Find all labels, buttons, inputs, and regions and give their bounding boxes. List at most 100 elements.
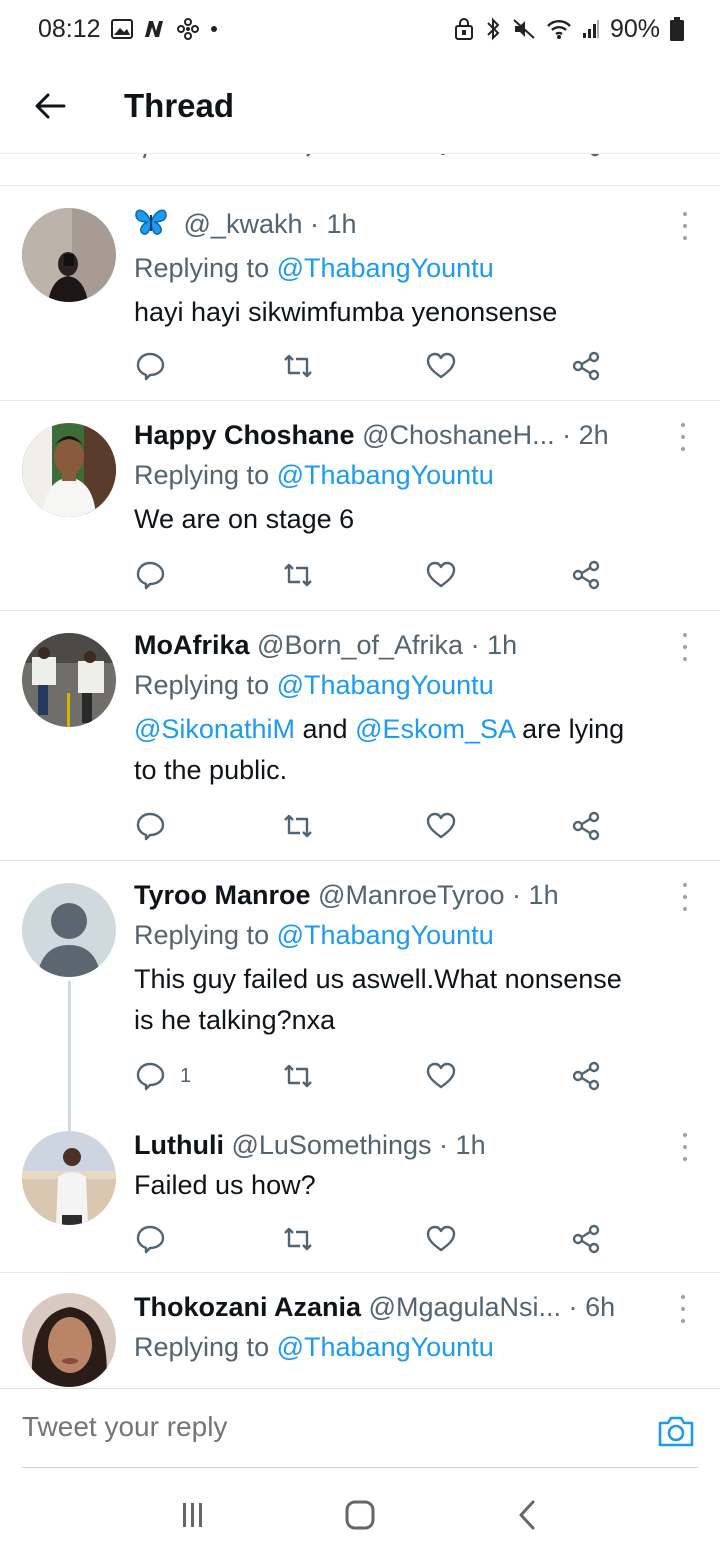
avatar[interactable] <box>22 883 116 977</box>
retweet-button[interactable] <box>282 346 314 386</box>
heart-icon <box>426 1225 456 1252</box>
replying-to-line: Replying to @ThabangYountu <box>134 455 680 495</box>
share-icon <box>572 1224 600 1254</box>
back-button[interactable] <box>28 84 72 128</box>
tweet-time[interactable]: 1h <box>327 209 357 239</box>
share-icon[interactable] <box>573 154 603 162</box>
user-handle[interactable]: @Born_of_Afrika <box>257 630 463 660</box>
share-button[interactable] <box>572 1056 602 1096</box>
tweet-time[interactable]: 6h <box>585 1292 615 1322</box>
reply-icon[interactable] <box>136 154 166 162</box>
user-display-name[interactable]: MoAfrika <box>134 630 250 660</box>
tweet-time[interactable]: 2h <box>579 420 609 450</box>
replying-prefix: Replying to <box>134 460 270 490</box>
mention-link[interactable]: @SikonathiM <box>134 714 295 744</box>
replying-to-link[interactable]: @ThabangYountu <box>277 1332 494 1362</box>
arrow-left-icon <box>35 93 66 118</box>
user-handle[interactable]: @MgagulaNsi... <box>369 1292 561 1322</box>
user-display-name[interactable]: Tyroo Manroe <box>134 880 311 910</box>
more-options-button[interactable] <box>678 1133 692 1161</box>
replying-to-link[interactable]: @ThabangYountu <box>277 670 494 700</box>
avatar[interactable] <box>22 633 116 727</box>
retweet-button[interactable] <box>282 1056 314 1096</box>
user-display-name[interactable]: Thokozani Azania <box>134 1292 361 1322</box>
mention-link[interactable]: @Eskom_SA <box>355 714 514 744</box>
more-options-button[interactable] <box>676 1295 690 1323</box>
previous-tweet-actions <box>0 154 720 186</box>
tweet-content: Happy Choshane @ChoshaneH... · 2h Replyi… <box>134 415 680 540</box>
reply-count: 1 <box>180 1064 192 1087</box>
user-handle[interactable]: @_kwakh <box>184 209 303 239</box>
tweet-time[interactable]: 1h <box>487 630 517 660</box>
share-button[interactable] <box>572 1219 602 1259</box>
avatar[interactable] <box>22 1293 116 1387</box>
avatar[interactable] <box>22 208 116 302</box>
reply-button[interactable] <box>136 346 166 386</box>
status-time: 08:12 <box>38 14 101 43</box>
status-right: 90% <box>454 15 684 44</box>
home-button[interactable] <box>330 1485 390 1545</box>
tweet-text-part: and <box>302 714 348 744</box>
more-options-button[interactable] <box>676 423 690 451</box>
tweet-actions: 1 <box>134 1056 614 1096</box>
user-display-name[interactable]: Happy Choshane <box>134 420 355 450</box>
tweet-text-line: This guy failed us aswell.What nonsense <box>134 964 622 994</box>
replying-to-line: Replying to @ThabangYountu <box>134 248 680 288</box>
news-app-icon <box>143 19 167 39</box>
tweet-item[interactable]: Luthuli @LuSomethings · 1h Failed us how… <box>0 1111 720 1273</box>
replying-to-link[interactable]: @ThabangYountu <box>277 253 494 283</box>
tweet-time[interactable]: 1h <box>456 1130 486 1160</box>
more-options-button[interactable] <box>678 212 692 240</box>
reply-button[interactable]: 1 <box>136 1056 191 1096</box>
reply-icon <box>136 1062 165 1091</box>
reply-button[interactable] <box>136 1219 166 1259</box>
retweet-icon[interactable] <box>283 154 313 162</box>
share-button[interactable] <box>572 346 602 386</box>
like-button[interactable] <box>426 555 456 595</box>
more-options-button[interactable] <box>678 633 692 661</box>
separator-dot: · <box>470 630 480 660</box>
replying-prefix: Replying to <box>134 670 270 700</box>
replying-prefix: Replying to <box>134 920 270 950</box>
tweet-item[interactable]: @_kwakh · 1h Replying to @ThabangYountu … <box>0 186 720 401</box>
share-icon <box>572 560 600 590</box>
reply-icon <box>136 812 165 841</box>
tweet-item[interactable]: Happy Choshane @ChoshaneH... · 2h Replyi… <box>0 401 720 611</box>
recents-button[interactable] <box>163 1485 223 1545</box>
share-button[interactable] <box>572 555 602 595</box>
more-options-button[interactable] <box>678 883 692 911</box>
tweet-item[interactable]: MoAfrika @Born_of_Afrika · 1h Replying t… <box>0 611 720 861</box>
replying-to-link[interactable]: @ThabangYountu <box>277 920 494 950</box>
tweet-item[interactable]: Tyroo Manroe @ManroeTyroo · 1h Replying … <box>0 861 720 1131</box>
camera-button[interactable] <box>656 1411 696 1451</box>
separator-dot: · <box>562 420 572 450</box>
user-handle[interactable]: @LuSomethings <box>231 1130 431 1160</box>
replying-to-link[interactable]: @ThabangYountu <box>277 460 494 490</box>
tweet-text: This guy failed us aswell.What nonsense … <box>134 959 680 1041</box>
pinwheel-icon <box>176 18 199 40</box>
heart-icon[interactable] <box>428 154 458 162</box>
user-handle[interactable]: @ManroeTyroo <box>318 880 504 910</box>
share-button[interactable] <box>572 806 602 846</box>
avatar[interactable] <box>22 1131 116 1225</box>
user-display-name[interactable]: Luthuli <box>134 1130 224 1160</box>
reply-input[interactable] <box>22 1411 582 1443</box>
retweet-button[interactable] <box>282 1219 314 1259</box>
user-handle[interactable]: @ChoshaneH... <box>362 420 555 450</box>
reply-button[interactable] <box>136 555 166 595</box>
tweet-time[interactable]: 1h <box>529 880 559 910</box>
status-left: 08:12 <box>38 15 219 44</box>
tweet-actions <box>134 1219 614 1259</box>
tweet-item[interactable]: Thokozani Azania @MgagulaNsi... · 6h Rep… <box>0 1273 720 1388</box>
reply-button[interactable] <box>136 806 166 846</box>
like-button[interactable] <box>426 806 456 846</box>
retweet-button[interactable] <box>282 806 314 846</box>
nav-back-button[interactable] <box>497 1485 557 1545</box>
like-button[interactable] <box>426 1056 456 1096</box>
like-button[interactable] <box>426 346 456 386</box>
retweet-button[interactable] <box>282 555 314 595</box>
separator-dot: · <box>568 1292 578 1322</box>
thread-feed[interactable]: @_kwakh · 1h Replying to @ThabangYountu … <box>0 154 720 1388</box>
avatar[interactable] <box>22 423 116 517</box>
like-button[interactable] <box>426 1219 456 1259</box>
